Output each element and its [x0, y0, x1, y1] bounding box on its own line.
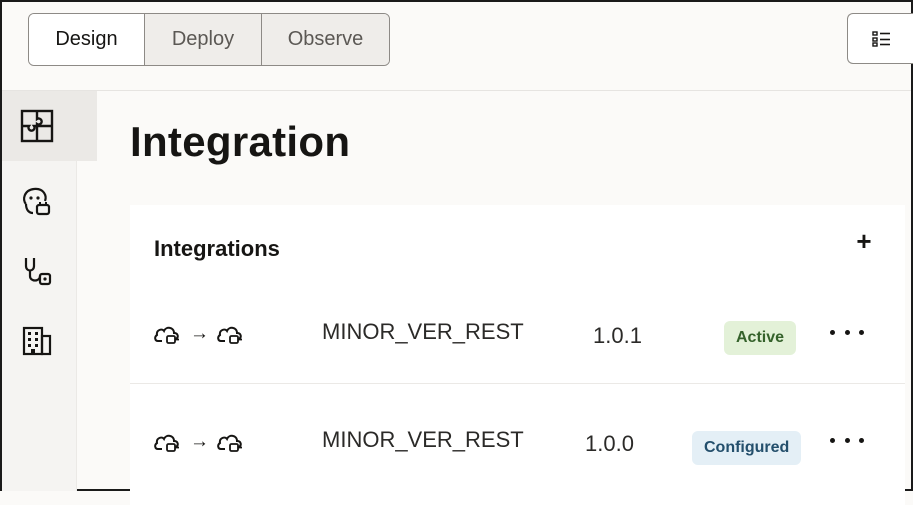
arrow-icon: → [190, 323, 209, 344]
status-badge: Active [724, 321, 797, 355]
more-actions-button[interactable] [830, 321, 864, 343]
dot [830, 329, 835, 335]
integration-flow: → [154, 431, 245, 453]
top-bar: Design Deploy Observe [2, 2, 913, 91]
integrations-card: Integrations + → MINOR_VER_REST 1.0.1 Ac… [130, 205, 905, 505]
stethoscope-icon [24, 258, 52, 286]
add-integration-button[interactable]: + [852, 226, 876, 256]
cloud-source-icon [154, 326, 179, 344]
integrations-card-title: Integrations [154, 236, 280, 261]
dot [830, 437, 835, 443]
arrow-icon: → [190, 431, 209, 452]
list-icon [872, 30, 890, 47]
status-badge: Configured [692, 431, 802, 465]
rail-item-health[interactable] [2, 236, 97, 306]
dot [859, 437, 864, 443]
dot [844, 437, 850, 443]
integration-version: 1.0.0 [585, 431, 634, 456]
cloud-target-icon [217, 434, 242, 452]
integration-row[interactable]: → MINOR_VER_REST 1.0.1 Active [130, 283, 905, 384]
dot [844, 329, 850, 335]
puzzle-icon [20, 109, 54, 143]
building-icon [22, 326, 52, 356]
dot [859, 329, 864, 335]
tab-design[interactable]: Design [29, 14, 144, 65]
rail-item-agents[interactable] [2, 166, 97, 236]
design-deploy-observe-toggle: Design Deploy Observe [28, 13, 390, 66]
page-title: Integration [130, 118, 351, 165]
integration-flow: → [154, 323, 245, 345]
integration-version: 1.0.1 [593, 323, 642, 348]
integration-name[interactable]: MINOR_VER_REST [322, 427, 524, 453]
rail-item-integrations[interactable] [2, 91, 97, 161]
cloud-source-icon [154, 434, 179, 452]
integration-name[interactable]: MINOR_VER_REST [322, 319, 524, 345]
list-view-button[interactable] [847, 13, 913, 64]
agent-plug-icon [23, 187, 51, 216]
tab-deploy[interactable]: Deploy [144, 14, 261, 65]
tab-observe[interactable]: Observe [261, 14, 389, 65]
rail-item-organizations[interactable] [2, 306, 97, 376]
more-actions-button[interactable] [830, 429, 864, 451]
integration-row[interactable]: → MINOR_VER_REST 1.0.0 Configured [130, 391, 905, 491]
cloud-target-icon [217, 326, 242, 344]
